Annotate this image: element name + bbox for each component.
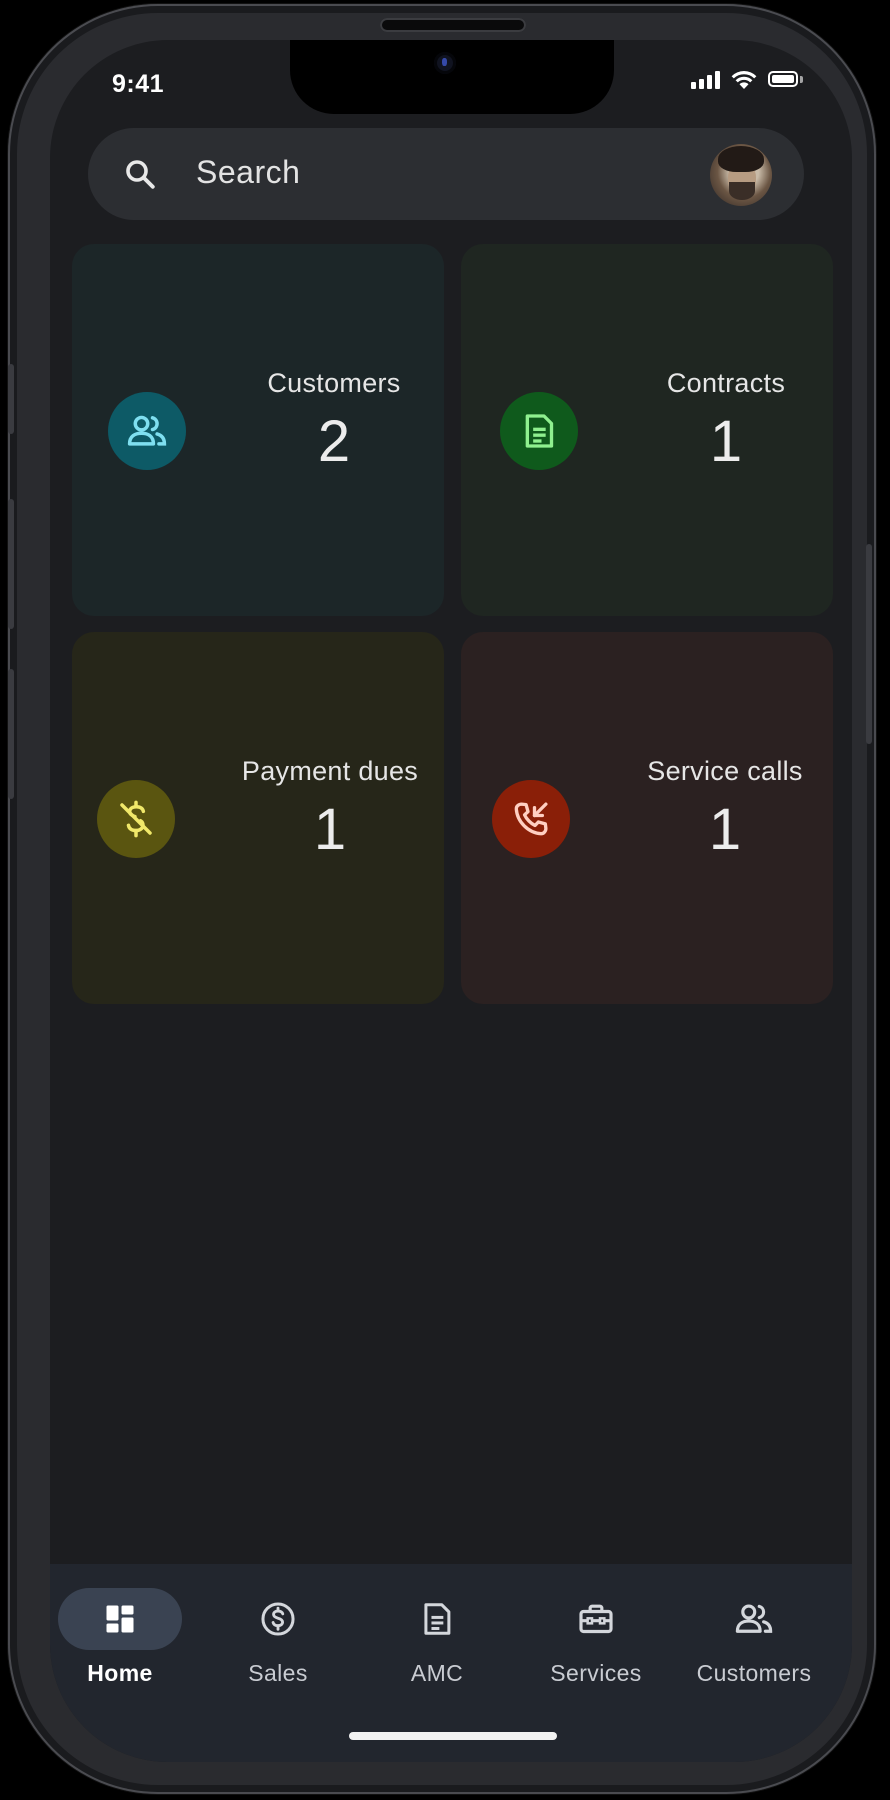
nav-amc-label[interactable]: AMC <box>367 1660 507 1687</box>
nav-services-label[interactable]: Services <box>526 1660 666 1687</box>
phone-callback-icon <box>514 802 548 836</box>
contracts-card-icon-circle <box>500 392 578 470</box>
volume-up-button <box>8 499 14 629</box>
customers-card-icon-circle <box>108 392 186 470</box>
dashboard-icon <box>106 1605 134 1633</box>
search-icon[interactable] <box>122 156 158 192</box>
customers-card[interactable]: Customers 2 <box>72 244 444 616</box>
home-indicator[interactable] <box>349 1732 557 1740</box>
dynamic-notch <box>290 40 614 114</box>
nav-amc[interactable]: AMC <box>367 1588 507 1687</box>
profile-avatar[interactable] <box>710 144 772 206</box>
money-off-icon <box>120 800 152 838</box>
payment-dues-card-icon-circle <box>97 780 175 858</box>
nav-customers[interactable]: Customers <box>684 1588 824 1687</box>
people-icon <box>735 1604 773 1633</box>
service-calls-card-count: 1 <box>708 797 742 862</box>
power-button <box>866 544 872 744</box>
contracts-card[interactable]: Contracts 1 <box>461 244 833 616</box>
status-icons <box>691 70 804 90</box>
volume-down-button <box>8 669 14 799</box>
contracts-card-label: Contracts <box>666 368 786 398</box>
document-icon <box>525 414 554 448</box>
nav-home-indicator[interactable] <box>58 1588 182 1650</box>
contracts-card-count: 1 <box>709 409 743 474</box>
nav-sales-label[interactable]: Sales <box>208 1660 348 1687</box>
toolbox-icon <box>579 1604 613 1634</box>
nav-home-label[interactable]: Home <box>50 1660 190 1687</box>
app-screen: 9:41 Search Customers 2 Contracts 1 Paym… <box>50 40 852 1762</box>
customers-card-count: 2 <box>317 409 351 474</box>
front-camera <box>434 52 456 74</box>
people-icon <box>127 415 167 446</box>
payment-dues-card-label: Payment dues <box>241 756 419 786</box>
nav-sales[interactable]: Sales <box>208 1588 348 1687</box>
document-icon <box>424 1603 451 1635</box>
service-calls-card-label: Service calls <box>647 756 803 786</box>
earpiece-speaker <box>380 18 526 32</box>
customers-card-label: Customers <box>267 368 401 398</box>
status-time: 9:41 <box>112 70 165 98</box>
search-placeholder[interactable]: Search <box>196 154 300 191</box>
battery-icon <box>768 71 804 89</box>
mute-switch <box>8 364 14 434</box>
dollar-circle-icon <box>261 1602 295 1636</box>
phone-frame: 9:41 Search Customers 2 Contracts 1 Paym… <box>8 4 876 1794</box>
service-calls-card[interactable]: Service calls 1 <box>461 632 833 1004</box>
search-bar[interactable]: Search <box>88 128 804 220</box>
payment-dues-card[interactable]: Payment dues 1 <box>72 632 444 1004</box>
service-calls-card-icon-circle <box>492 780 570 858</box>
wifi-icon <box>731 71 757 89</box>
nav-home[interactable]: Home <box>50 1588 190 1687</box>
cellular-signal-icon <box>691 71 720 89</box>
payment-dues-card-count: 1 <box>313 797 347 862</box>
nav-customers-label[interactable]: Customers <box>684 1660 824 1687</box>
nav-services[interactable]: Services <box>526 1588 666 1687</box>
